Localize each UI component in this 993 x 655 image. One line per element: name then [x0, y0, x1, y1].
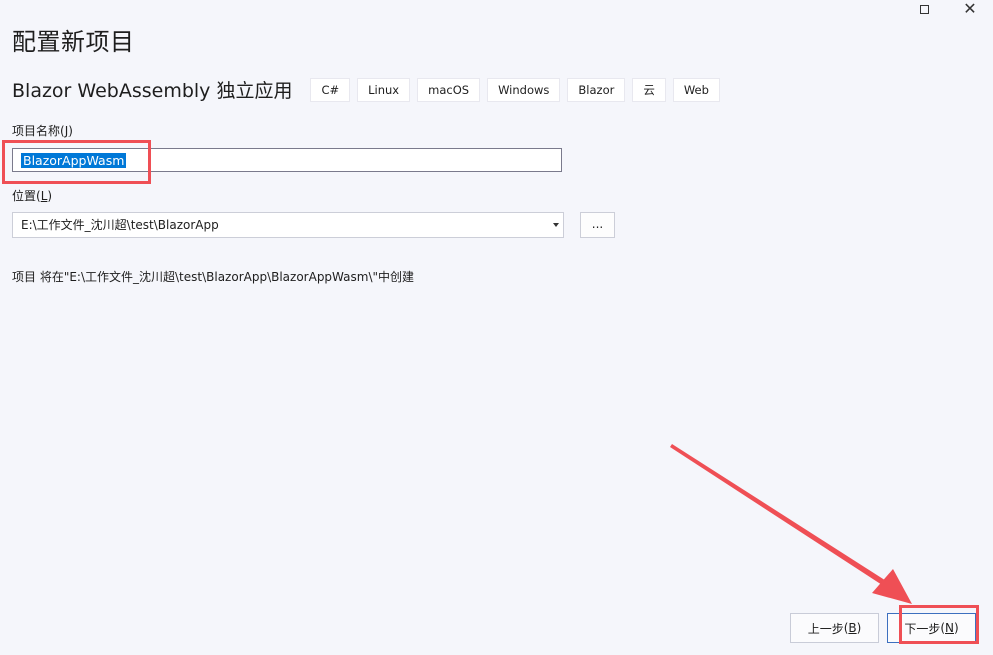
- browse-button[interactable]: ...: [580, 212, 615, 238]
- tag-web: Web: [672, 77, 720, 102]
- tag-csharp: C#: [310, 77, 351, 102]
- template-name: Blazor WebAssembly 独立应用: [12, 80, 293, 102]
- tag-cloud: 云: [632, 77, 666, 102]
- location-value: E:\工作文件_沈川超\test\BlazorApp: [21, 218, 219, 232]
- tag-blazor: Blazor: [567, 77, 626, 102]
- project-name-accel: J: [64, 124, 69, 138]
- maximize-icon: [919, 4, 929, 14]
- location-accel: L: [40, 189, 48, 203]
- window-controls: ✕: [901, 0, 993, 18]
- project-name-label: 项目名称(J): [12, 124, 73, 138]
- tag-macos: macOS: [417, 77, 481, 102]
- next-accel: N: [945, 621, 954, 635]
- back-button-label: 上一步: [807, 621, 844, 636]
- annotation-arrow-head: [872, 569, 912, 604]
- location-label-text: 位置: [12, 189, 37, 203]
- creation-path-info: 项目 将在"E:\工作文件_沈川超\test\BlazorApp\BlazorA…: [12, 270, 415, 284]
- template-tags: C# Linux macOS Windows Blazor 云 Web: [310, 77, 720, 102]
- back-accel: B: [848, 621, 857, 635]
- dropdown-arrow-icon: [553, 223, 559, 227]
- close-button[interactable]: ✕: [947, 0, 993, 18]
- location-dropdown[interactable]: E:\工作文件_沈川超\test\BlazorApp: [12, 212, 564, 238]
- project-name-value: BlazorAppWasm: [21, 153, 127, 168]
- project-name-label-text: 项目名称: [12, 124, 61, 138]
- tag-linux: Linux: [357, 77, 411, 102]
- next-button[interactable]: 下一步(N): [887, 613, 976, 643]
- project-name-input[interactable]: BlazorAppWasm: [12, 148, 562, 172]
- next-button-label: 下一步: [904, 621, 941, 636]
- close-icon: ✕: [963, 0, 977, 18]
- page-title: 配置新项目: [12, 28, 135, 56]
- annotation-arrow-shaft: [670, 444, 902, 596]
- maximize-button[interactable]: [901, 0, 947, 18]
- back-button[interactable]: 上一步(B): [790, 613, 879, 643]
- template-header: Blazor WebAssembly 独立应用 C# Linux macOS W…: [12, 76, 720, 103]
- location-label: 位置(L): [12, 189, 53, 203]
- tag-windows: Windows: [487, 77, 561, 102]
